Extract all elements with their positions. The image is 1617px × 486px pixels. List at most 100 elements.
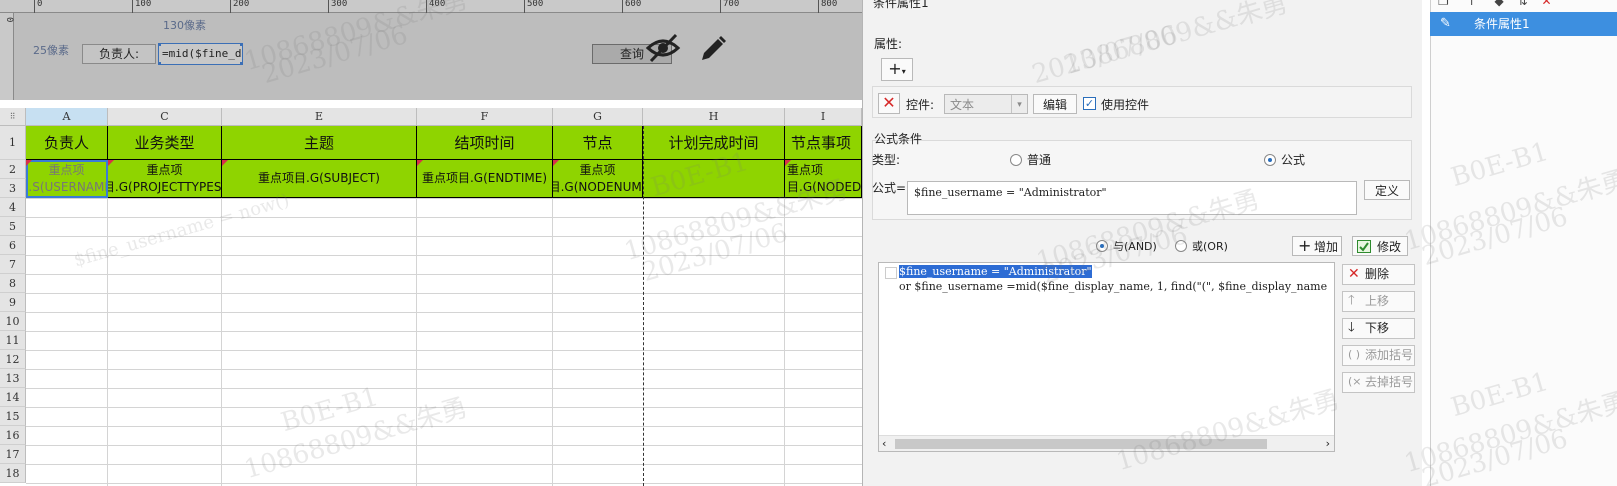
modify-condition-button[interactable]: 修改 — [1352, 236, 1408, 256]
edit-button[interactable]: 编辑 — [1033, 94, 1077, 114]
label-widget[interactable]: 负责人: — [82, 44, 156, 64]
data-cell[interactable]: 重点项目.G(ENDTIME) — [417, 160, 553, 198]
header-cell[interactable]: 计划完成时间 — [643, 126, 785, 160]
resize-handle[interactable] — [159, 62, 161, 64]
header-cell[interactable]: 节点 — [553, 126, 643, 160]
header-cell[interactable]: 结项时间 — [417, 126, 553, 160]
header-cell[interactable]: 主题 — [222, 126, 417, 160]
list-item[interactable]: $fine_username = "Administrator" — [899, 265, 1092, 278]
width-dimension-label: 130像素 — [163, 19, 206, 32]
radio-dot — [1010, 153, 1022, 166]
radio-dot — [1264, 153, 1276, 166]
radio-and[interactable]: 与(AND) — [1096, 238, 1157, 254]
row-header[interactable]: 13 — [0, 369, 26, 388]
ruler-tick: 0 — [4, 17, 14, 23]
delete-condition-button[interactable]: ✕ 删除 — [1342, 264, 1415, 285]
row-header[interactable]: 14 — [0, 388, 26, 407]
row-header[interactable]: 6 — [0, 236, 26, 255]
column-header-h[interactable]: H — [643, 108, 785, 126]
row-header[interactable]: 12 — [0, 350, 26, 369]
define-button[interactable]: 定义 — [1364, 180, 1410, 200]
data-cell[interactable]: 重点项目.G(SUBJECT) — [222, 160, 417, 198]
row-header[interactable]: 5 — [0, 217, 26, 236]
row-header[interactable]: 8 — [0, 274, 26, 293]
empty-cells[interactable] — [26, 198, 862, 486]
row-header[interactable]: 17 — [0, 445, 26, 464]
row-header[interactable]: 10 — [0, 312, 26, 331]
select-all-corner[interactable]: ⠿ — [0, 108, 26, 126]
column-header-g[interactable]: G — [553, 108, 643, 126]
bracket-icon: ( ) — [1348, 348, 1361, 361]
move-up-button[interactable]: 🡑 上移 — [1342, 291, 1415, 312]
ruler-tick: 600 — [622, 0, 641, 13]
close-icon[interactable]: ✕ — [878, 93, 900, 114]
horizontal-ruler: 0 100 200 300 400 500 600 700 800 — [0, 0, 862, 13]
column-header-e[interactable]: E — [222, 108, 417, 126]
cell-value: 重点项目.G(NODENUM) — [553, 162, 643, 194]
header-cell[interactable]: 节点事项 — [785, 126, 862, 160]
scroll-right-icon[interactable]: › — [1326, 437, 1330, 450]
spreadsheet[interactable]: ⠿ A C E F G H I 1 2 3 4 5 6 7 8 9 10 11 … — [0, 108, 862, 486]
header-cell[interactable]: 负责人 — [26, 126, 108, 160]
column-header-a[interactable]: A — [26, 108, 108, 126]
radio-or[interactable]: 或(OR) — [1175, 238, 1228, 254]
row-header[interactable]: 2 — [0, 160, 26, 179]
data-cell[interactable]: 重点项目.G(NODENUM) — [553, 160, 643, 198]
eye-slash-icon[interactable] — [645, 33, 681, 63]
use-control-checkbox[interactable]: ✓ — [1083, 97, 1096, 110]
radio-normal[interactable]: 普通 — [1010, 151, 1051, 168]
add-attribute-button[interactable]: +▾ — [881, 58, 913, 81]
scroll-left-icon[interactable]: ‹ — [882, 437, 886, 450]
data-cell-selected[interactable]: 重点项目.S(USERNAME) — [26, 160, 108, 198]
delete-icon: ✕ — [1348, 266, 1360, 282]
column-header-c[interactable]: C — [108, 108, 222, 126]
row-header[interactable]: 18 — [0, 464, 26, 483]
ruler-tick: 200 — [230, 0, 249, 13]
resize-handle[interactable] — [159, 44, 161, 46]
formula-condition-section-title: 公式条件 — [874, 132, 923, 146]
column-header-f[interactable]: F — [417, 108, 553, 126]
horizontal-scrollbar[interactable]: ‹ › — [879, 435, 1334, 451]
resize-handle[interactable] — [240, 44, 242, 46]
row-header[interactable]: 1 — [0, 126, 26, 160]
add-condition-button[interactable]: + 增加 — [1292, 236, 1342, 256]
arrow-up-icon[interactable]: ↑ — [1467, 0, 1477, 8]
scrollbar-thumb[interactable] — [895, 439, 1267, 449]
arrow-down-icon[interactable]: ◆ — [1494, 0, 1503, 8]
radio-and-label: 与(AND) — [1113, 240, 1157, 253]
row-header[interactable]: 3 — [0, 179, 26, 198]
data-cell[interactable]: 重点项目.G(PROJECTTYPES) — [108, 160, 222, 198]
row-header[interactable]: 11 — [0, 331, 26, 350]
cell-value: 重点项目.G(ENDTIME) — [421, 171, 548, 185]
header-cell[interactable]: 业务类型 — [108, 126, 222, 160]
condition-expression-list[interactable]: $fine_username = "Administrator" or $fin… — [878, 262, 1335, 452]
data-cell[interactable] — [643, 160, 785, 198]
pencil-icon[interactable] — [697, 33, 729, 65]
add-bracket-label: 添加括号 — [1365, 348, 1414, 362]
sort-icon[interactable]: ⇅ — [1518, 0, 1528, 8]
toolbar-icons: ❐ ↑ ◆ ⇅ ✕ — [1438, 0, 1552, 8]
row-header[interactable]: 7 — [0, 255, 26, 274]
resize-handle[interactable] — [240, 62, 242, 64]
row-header[interactable]: 16 — [0, 426, 26, 445]
radio-formula[interactable]: 公式 — [1264, 151, 1305, 168]
tree-toggle[interactable] — [885, 267, 897, 279]
close-icon[interactable]: ✕ — [1541, 0, 1551, 8]
formula-input[interactable]: $fine_username = "Administrator" — [907, 181, 1357, 215]
remove-bracket-button[interactable]: (× 去掉括号 — [1342, 372, 1415, 393]
arrow-up-icon: 🡑 — [1348, 293, 1355, 308]
move-down-button[interactable]: 🡓 下移 — [1342, 318, 1415, 339]
data-cell[interactable]: 重点项目.G(NODEDESC — [785, 160, 862, 198]
row-header[interactable]: 9 — [0, 293, 26, 312]
row-header[interactable]: 4 — [0, 198, 26, 217]
condition-list-item[interactable]: ✎ 条件属性1 — [1430, 12, 1617, 36]
copy-icon[interactable]: ❐ — [1438, 0, 1449, 8]
ruler-tick: 700 — [720, 0, 739, 13]
column-header-i[interactable]: I — [785, 108, 862, 126]
row-header[interactable]: 15 — [0, 407, 26, 426]
list-item[interactable]: or $fine_username =mid($fine_display_nam… — [899, 280, 1327, 293]
control-type-value: 文本 — [950, 98, 975, 112]
control-type-select[interactable]: 文本 ▾ — [944, 94, 1028, 114]
add-bracket-button[interactable]: ( ) 添加括号 — [1342, 345, 1415, 366]
text-widget-selected[interactable]: =mid($fine_di — [158, 43, 243, 65]
